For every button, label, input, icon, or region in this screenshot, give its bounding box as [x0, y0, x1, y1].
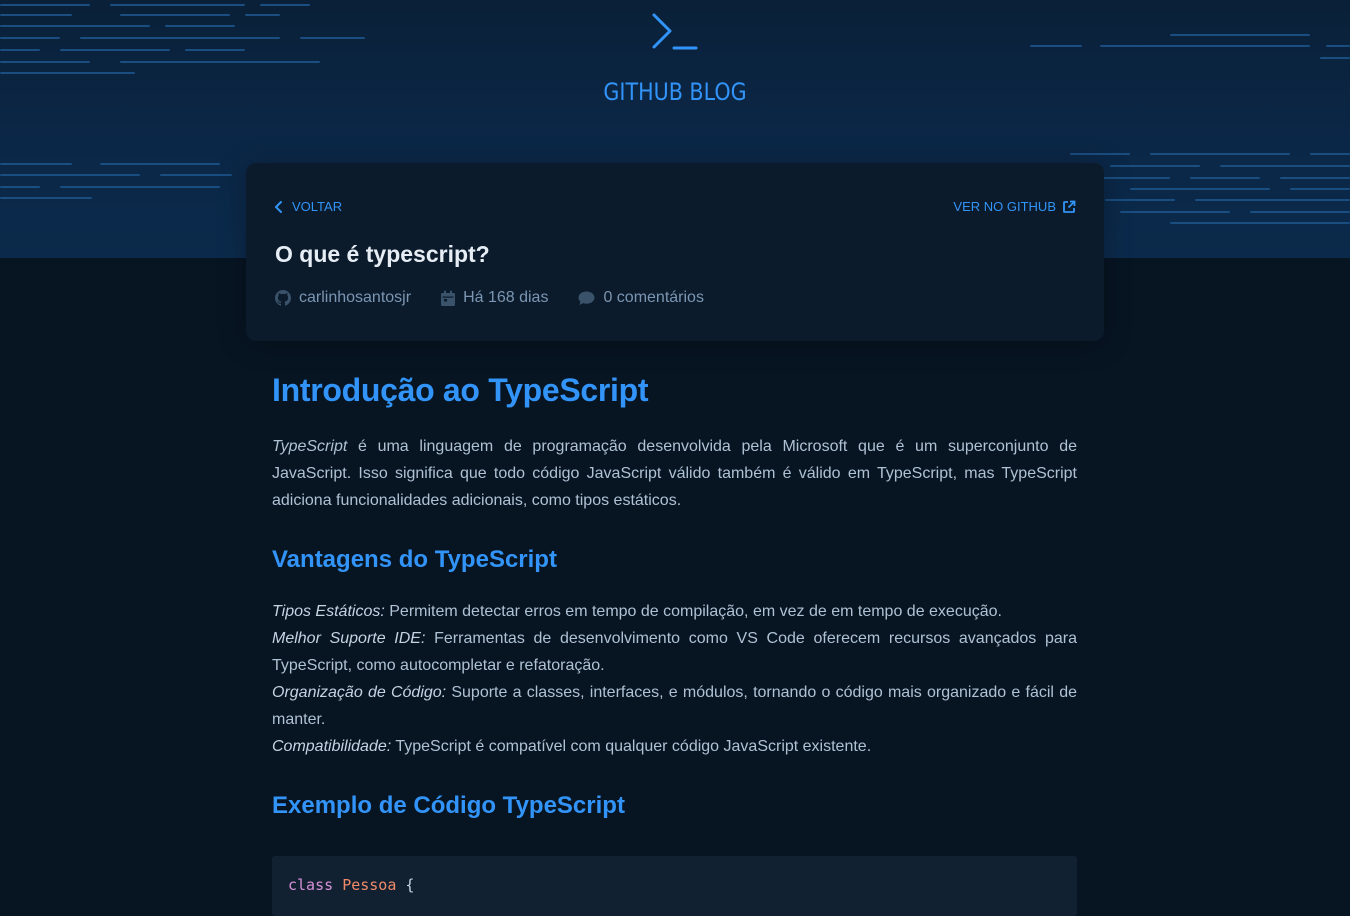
meta-comments: 0 comentários	[578, 289, 704, 307]
calendar-icon	[441, 290, 456, 306]
intro-text: é uma linguagem de programação desenvolv…	[272, 438, 1077, 509]
code-class-name: Pessoa	[342, 876, 397, 894]
author-name: carlinhosantosjr	[299, 289, 412, 306]
code-brace: {	[405, 876, 415, 894]
back-link[interactable]: VOLTAR	[274, 199, 342, 214]
article-heading-example: Exemplo de Código TypeScript	[272, 792, 625, 819]
advantage-item: Compatibilidade: TypeScript é compatível…	[272, 733, 1077, 760]
intro-paragraph: TypeScript é uma linguagem de programaçã…	[272, 433, 1077, 514]
advantages-list: Tipos Estáticos: Permitem detectar erros…	[272, 598, 1077, 760]
code-keyword: class	[288, 876, 334, 894]
brand-title: GITHUB BLOG	[603, 78, 747, 106]
post-date: Há 168 dias	[463, 289, 549, 306]
advantage-term: Melhor Suporte IDE:	[272, 630, 426, 647]
advantage-term: Tipos Estáticos:	[272, 603, 385, 620]
advantage-desc: TypeScript é compatível com qualquer cód…	[391, 738, 872, 755]
code-block: class Pessoa {	[272, 856, 1077, 916]
post-info-card: VOLTAR VER NO GITHUB O que é typescript?…	[246, 163, 1104, 341]
advantage-item: Tipos Estáticos: Permitem detectar erros…	[272, 598, 1077, 625]
back-label: VOLTAR	[292, 199, 343, 214]
chevron-left-icon	[275, 200, 282, 213]
intro-emphasis: TypeScript	[272, 438, 348, 455]
comment-icon	[578, 291, 595, 305]
meta-author: carlinhosantosjr	[275, 289, 411, 307]
github-link-label: VER NO GITHUB	[953, 199, 1056, 214]
advantage-item: Organização de Código: Suporte a classes…	[272, 679, 1077, 733]
github-icon	[275, 290, 291, 306]
article-heading-intro: Introdução ao TypeScript	[272, 372, 649, 408]
post-meta: carlinhosantosjr Há 168 dias 0 comentári…	[275, 289, 704, 307]
advantage-desc: Permitem detectar erros em tempo de comp…	[384, 603, 1002, 620]
terminal-icon	[652, 13, 698, 50]
post-title: O que é typescript?	[275, 241, 490, 267]
comments-count: 0 comentários	[603, 289, 704, 306]
advantage-term: Organização de Código:	[272, 684, 447, 701]
view-on-github-link[interactable]: VER NO GITHUB	[953, 199, 1076, 214]
advantage-term: Compatibilidade:	[272, 738, 392, 755]
meta-date: Há 168 dias	[441, 289, 548, 307]
article-heading-advantages: Vantagens do TypeScript	[272, 546, 557, 573]
article-body: Introdução ao TypeScript TypeScript é um…	[272, 372, 1077, 916]
external-link-icon	[1063, 200, 1076, 213]
advantage-item: Melhor Suporte IDE: Ferramentas de desen…	[272, 625, 1077, 679]
